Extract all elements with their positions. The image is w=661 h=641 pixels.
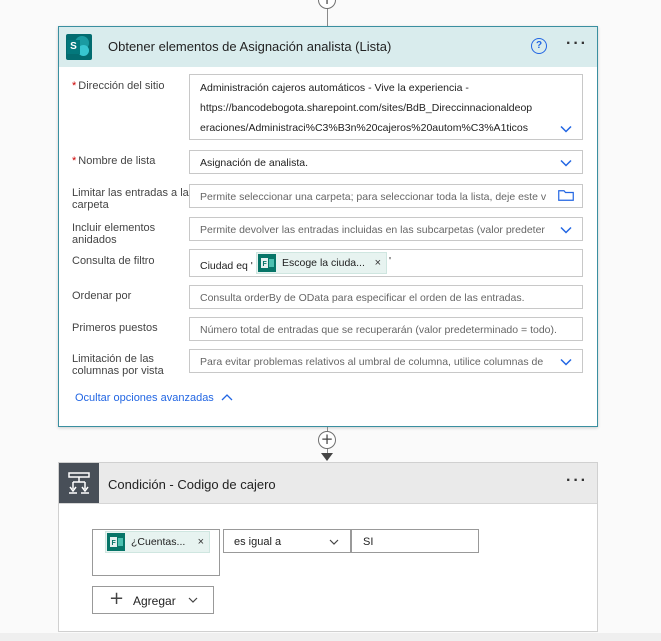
column-limit-label: Limitación de las columnas por vista xyxy=(72,353,164,377)
forms-icon: F xyxy=(258,254,276,272)
action-card-header[interactable]: S Obtener elementos de Asignación analis… xyxy=(59,27,597,67)
close-icon[interactable]: × xyxy=(198,532,204,552)
get-items-action-card: S Obtener elementos de Asignación analis… xyxy=(58,26,598,427)
order-by-label: Ordenar por xyxy=(72,290,132,302)
add-button[interactable]: + Agregar xyxy=(92,586,214,614)
plus-icon: + xyxy=(109,588,125,609)
site-address-label: * Dirección del sitio xyxy=(72,80,165,92)
filter-query-label: Consulta de filtro xyxy=(72,255,155,267)
filter-query-input[interactable]: Ciudad eq ' F Escoge la ciuda... × ' xyxy=(189,249,583,277)
folder-limit-input[interactable]: Permite seleccionar una carpeta; para se… xyxy=(189,184,583,208)
insert-step-button-top[interactable]: + xyxy=(318,0,336,9)
nested-items-label: Incluir elementos anidados xyxy=(72,222,156,246)
close-icon[interactable]: × xyxy=(375,253,381,273)
arrow-down-icon xyxy=(321,453,333,461)
order-by-placeholder: Consulta orderBy de OData para especific… xyxy=(200,292,525,304)
site-address-line-2: https://bancodebogota.sharepoint.com/sit… xyxy=(200,102,533,114)
filter-prefix-text: Ciudad eq ' xyxy=(200,260,253,272)
top-count-label: Primeros puestos xyxy=(72,322,158,334)
nested-items-dropdown[interactable]: Permite devolver las entradas incluidas … xyxy=(189,217,583,241)
add-button-label: Agregar xyxy=(133,594,176,608)
sharepoint-icon: S xyxy=(66,34,92,60)
folder-icon[interactable] xyxy=(558,190,574,201)
site-address-line-1: Administración cajeros automáticos - Viv… xyxy=(200,82,469,94)
operator-value: es igual a xyxy=(234,536,282,548)
forms-icon: F xyxy=(107,533,125,551)
chevron-down-icon xyxy=(329,539,339,545)
condition-value-input[interactable]: SI xyxy=(351,529,479,553)
nested-items-placeholder: Permite devolver las entradas incluidas … xyxy=(200,224,545,236)
condition-icon xyxy=(59,463,99,503)
list-name-dropdown[interactable]: Asignación de analista. xyxy=(189,150,583,174)
condition-value: SI xyxy=(363,536,374,548)
top-count-input[interactable]: Número total de entradas que se recupera… xyxy=(189,317,583,341)
chevron-down-icon[interactable] xyxy=(560,157,572,169)
column-limit-dropdown[interactable]: Para evitar problemas relativos al umbra… xyxy=(189,349,583,373)
site-address-line-3: eraciones/Administraci%C3%B3n%20cajeros%… xyxy=(200,122,528,134)
chevron-up-icon xyxy=(221,394,233,401)
chevron-down-icon xyxy=(188,597,198,603)
list-name-label: * Nombre de lista xyxy=(72,155,156,167)
list-name-value: Asignación de analista. xyxy=(200,157,308,169)
site-address-dropdown[interactable]: Administración cajeros automáticos - Viv… xyxy=(189,74,583,140)
action-card-title: Obtener elementos de Asignación analista… xyxy=(108,39,392,54)
filter-suffix-text: ' xyxy=(389,255,392,267)
condition-card-title: Condición - Codigo de cajero xyxy=(108,477,276,492)
top-count-placeholder: Número total de entradas que se recupera… xyxy=(200,324,557,336)
svg-text:F: F xyxy=(263,261,268,268)
condition-dynamic-token[interactable]: F ¿Cuentas... × xyxy=(105,531,210,553)
canvas-bottom-edge xyxy=(0,633,661,641)
chevron-down-icon[interactable] xyxy=(560,356,572,368)
folder-limit-label: Limitar las entradas a la carpeta xyxy=(72,187,189,211)
folder-limit-placeholder: Permite seleccionar una carpeta; para se… xyxy=(200,191,547,203)
condition-card-header[interactable]: Condición - Codigo de cajero ··· xyxy=(59,463,597,504)
action-menu-button[interactable]: ··· xyxy=(566,35,588,53)
condition-left-operand[interactable]: F ¿Cuentas... × xyxy=(92,529,220,576)
help-icon[interactable]: ? xyxy=(531,38,547,54)
hide-advanced-options-link[interactable]: Ocultar opciones avanzadas xyxy=(75,392,233,404)
insert-step-button[interactable]: + xyxy=(318,431,336,449)
condition-token-label: ¿Cuentas... xyxy=(131,536,186,548)
column-limit-placeholder: Para evitar problemas relativos al umbra… xyxy=(200,356,544,368)
svg-text:F: F xyxy=(112,540,117,547)
operator-dropdown[interactable]: es igual a xyxy=(223,529,351,553)
condition-card: Condición - Codigo de cajero ··· F ¿Cuen… xyxy=(58,462,598,632)
condition-menu-button[interactable]: ··· xyxy=(566,472,588,490)
chevron-down-icon[interactable] xyxy=(560,123,572,135)
filter-token-label: Escoge la ciuda... xyxy=(282,257,365,269)
filter-dynamic-token[interactable]: F Escoge la ciuda... × xyxy=(256,252,387,274)
chevron-down-icon[interactable] xyxy=(560,224,572,236)
order-by-input[interactable]: Consulta orderBy de OData para especific… xyxy=(189,285,583,309)
